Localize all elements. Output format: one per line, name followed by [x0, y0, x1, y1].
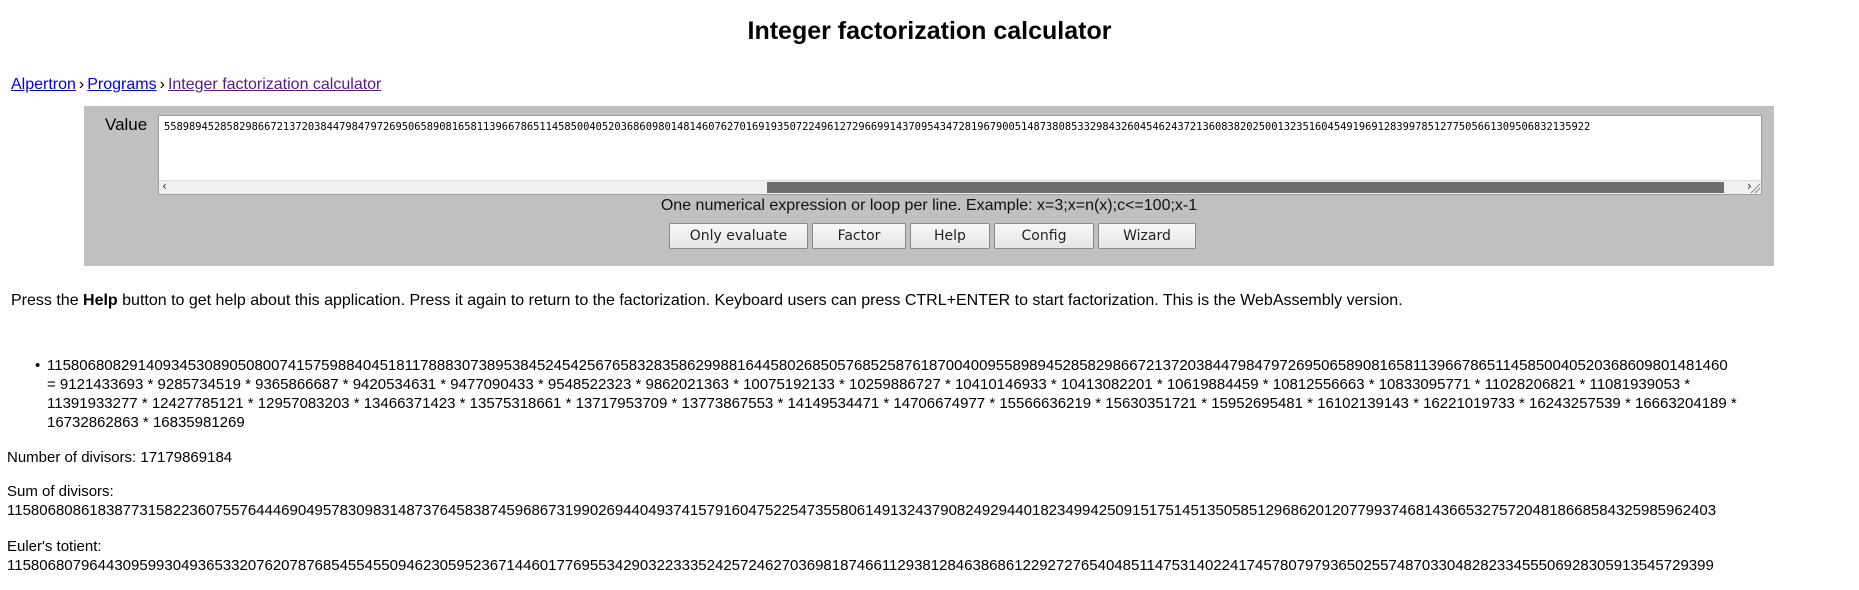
breadcrumb-link-alpertron[interactable]: Alpertron	[11, 76, 76, 93]
factors-line-2: 11391933277 * 12427785121 * 12957083203 …	[47, 395, 1737, 412]
factors-line-1: = 9121433693 * 9285734519 * 9365866687 *…	[47, 376, 1691, 393]
scrollbar-thumb[interactable]	[767, 182, 1724, 193]
value-label: Value	[105, 115, 148, 134]
help-text-bold: Help	[83, 292, 118, 309]
input-hint: One numerical expression or loop per lin…	[660, 197, 1198, 214]
scroll-left-icon[interactable]: ‹	[162, 179, 167, 193]
euler-totient-value: 1158068079644309599304936533207620787685…	[7, 557, 1714, 574]
sum-of-divisors-value: 1158068086183877315822360755764446904957…	[7, 502, 1717, 519]
factor-button[interactable]: Factor	[812, 223, 906, 249]
wizard-button[interactable]: Wizard	[1098, 223, 1196, 249]
only-evaluate-button[interactable]: Only evaluate	[669, 223, 808, 249]
page-title: Integer factorization calculator	[747, 17, 1112, 45]
number-of-divisors: Number of divisors: 17179869184	[7, 449, 232, 466]
factorized-number: 1158068082914093453089050800741575988404…	[47, 357, 1728, 374]
config-button[interactable]: Config	[994, 223, 1094, 249]
list-bullet: •	[35, 357, 41, 374]
breadcrumb-link-programs[interactable]: Programs	[87, 76, 156, 93]
help-text-after: button to get help about this applicatio…	[117, 292, 1403, 309]
factors-line-3: 16732862863 * 16835981269	[47, 414, 245, 431]
divisors-value: 17179869184	[140, 449, 233, 466]
horizontal-scrollbar[interactable]: ‹ ›	[159, 179, 1761, 194]
breadcrumb-separator: ›	[78, 76, 85, 93]
button-row: Only evaluate Factor Help Config Wizard	[669, 223, 1196, 249]
input-panel: Value 5589894528582986672137203844798479…	[84, 106, 1774, 266]
sum-of-divisors-label: Sum of divisors:	[7, 483, 114, 500]
breadcrumb-link-current[interactable]: Integer factorization calculator	[168, 76, 381, 93]
breadcrumb: Alpertron › Programs › Integer factorization…	[11, 76, 381, 94]
divisors-label: Number of divisors:	[7, 449, 141, 466]
help-text-before: Press the	[11, 292, 84, 309]
resize-handle-icon[interactable]	[1749, 182, 1761, 194]
help-button[interactable]: Help	[910, 223, 990, 249]
value-text: 5589894528582986672137203844798479726950…	[164, 121, 1591, 133]
euler-totient-label: Euler's totient:	[7, 538, 102, 555]
value-textarea[interactable]: 5589894528582986672137203844798479726950…	[158, 115, 1762, 195]
help-instructions: Press the Help button to get help about …	[11, 292, 1403, 310]
breadcrumb-separator: ›	[159, 76, 165, 93]
